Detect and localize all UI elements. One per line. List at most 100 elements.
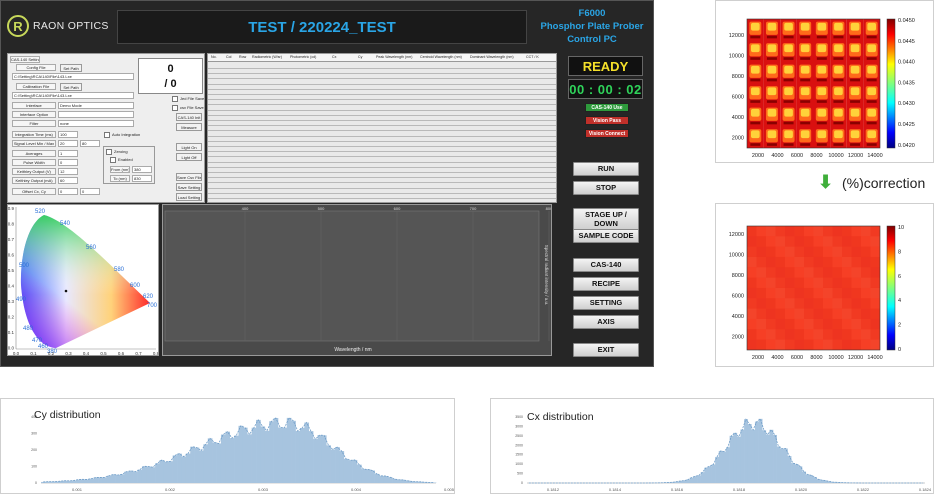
histogram-bar (212, 442, 217, 483)
wavelength-label: 700 (147, 303, 158, 309)
histogram-bar (348, 460, 353, 483)
interface-select[interactable]: Demo Mode (58, 102, 134, 109)
histogram-x-tick: 0.004 (351, 487, 362, 492)
jed-file-save-checkbox[interactable]: Jed File Save (172, 95, 204, 102)
heatmap-after-cell (871, 247, 881, 257)
histogram-bar (733, 433, 737, 483)
axis-button[interactable]: AXIS (573, 315, 639, 329)
run-button[interactable]: RUN (573, 162, 639, 176)
heatmap-after-cell (747, 298, 757, 308)
spectrum-x-tick: 500 (318, 206, 325, 211)
measured-point-marker (65, 290, 68, 293)
sample-code-button[interactable]: SAMPLE CODE (573, 229, 639, 243)
heatmap-after-cell (823, 267, 833, 277)
filter-select[interactable]: none (58, 120, 134, 127)
histogram-bar (296, 431, 301, 483)
histogram-bar (820, 480, 824, 483)
histogram-bar (291, 421, 296, 483)
zeroing-enabled-checkbox[interactable]: Enabled (110, 156, 133, 163)
vision-pass-button[interactable]: Vision Pass (585, 116, 629, 125)
measurement-table[interactable]: No. Col Row Radiometric (W/sr) Photometr… (207, 53, 557, 203)
stop-button[interactable]: STOP (573, 181, 639, 195)
calibration-path-field[interactable]: C:\Setting\RCA\140\File\143.Lxe (12, 92, 134, 99)
histogram-y-tick: 300 (31, 432, 37, 436)
averages-field[interactable]: 1 (58, 150, 78, 157)
heatmap-after-cell (833, 309, 843, 319)
heatmap-after-cell (776, 329, 786, 339)
heatmap-after-cell (842, 298, 852, 308)
save-setting-button[interactable]: Save Setting (176, 183, 202, 191)
heatmap-tile-hotspot (851, 23, 860, 31)
interface-option-field[interactable] (58, 111, 134, 118)
histogram-bar (300, 428, 305, 483)
load-setting-button[interactable]: Load Setting (176, 193, 202, 201)
measure-button[interactable]: Measure (176, 123, 202, 131)
csv-file-save-checkbox[interactable]: csv File Save (172, 104, 204, 111)
heatmap-after-cell (757, 309, 767, 319)
cas140-button[interactable]: CAS-140 (573, 258, 639, 272)
table-col-no: No. (211, 55, 217, 59)
light-off-button[interactable]: Light Off (176, 153, 202, 161)
keithley-voltage-field[interactable]: 12 (58, 168, 78, 175)
heatmap-after-cell (852, 247, 862, 257)
stage-up-down-button[interactable]: STAGE UP / DOWN (573, 208, 639, 230)
histogram-bar (751, 430, 755, 483)
keithley-current-field[interactable]: 60 (58, 177, 78, 184)
heatmap-after-cell (814, 278, 824, 288)
histogram-bar (777, 446, 781, 483)
histogram-bar (85, 479, 90, 483)
table-row (208, 68, 556, 69)
histogram-bar (247, 434, 252, 483)
cie-x-tick: 0.0 (13, 351, 20, 355)
heatmap-tile-hotspot (768, 66, 777, 74)
cie-x-tick: 0.6 (118, 351, 125, 355)
heatmap-tile-edge (784, 57, 794, 60)
heatmap-after-cell (785, 329, 795, 339)
integration-time-field[interactable]: 100 (58, 131, 78, 138)
status-display: READY (568, 56, 643, 76)
signal-max-field[interactable]: 80 (80, 140, 100, 147)
heatmap-after-cell (814, 226, 824, 236)
heatmap-after-cell (795, 278, 805, 288)
uniformity-heatmap-after: 2000400060008000100001200014000120001000… (715, 203, 934, 367)
calibration-set-path-button[interactable]: Set Path (60, 83, 82, 91)
histogram-bar (160, 460, 165, 483)
histogram-bar (788, 456, 792, 483)
heatmap-after-cell (785, 319, 795, 329)
save-csv-file-button[interactable]: Save Csv File (176, 173, 202, 181)
spectrum-x-tick: 400 (242, 206, 249, 211)
zero-to-field[interactable]: 830 (132, 175, 152, 182)
heatmap-tile-hotspot (834, 87, 843, 95)
heatmap-after-cell (833, 288, 843, 298)
exit-button[interactable]: EXIT (573, 343, 639, 357)
histogram-bar (195, 448, 200, 483)
offset-cx-field[interactable]: 0 (58, 188, 78, 195)
cas140-init-button[interactable]: CAS-140 Init (176, 113, 202, 121)
heatmap-after-cell (766, 319, 776, 329)
zero-from-field[interactable]: 380 (132, 166, 152, 173)
signal-min-field[interactable]: 20 (58, 140, 78, 147)
cie-x-tick: 0.2 (48, 351, 55, 355)
cas140-use-button[interactable]: CAS-140 Use (585, 103, 629, 112)
vision-connect-button[interactable]: Vision Connect (585, 129, 629, 138)
offset-cy-field[interactable]: 0 (80, 188, 100, 195)
config-set-path-button[interactable]: Set Path (60, 64, 82, 72)
heatmap-after-cell (795, 288, 805, 298)
heatmap-after-cell (871, 319, 881, 329)
histogram-x-tick: 0.1822 (857, 487, 870, 492)
heatmap-after-cell (804, 340, 814, 350)
auto-integration-checkbox[interactable]: Auto Integration (104, 131, 140, 138)
histogram-bar (129, 471, 134, 483)
histogram-bar (744, 419, 748, 483)
light-on-button[interactable]: Light On (176, 143, 202, 151)
config-path-field[interactable]: C:\Setting\RCA\140\File\143.Lxe (12, 73, 134, 80)
pulse-width-field[interactable]: 0 (58, 159, 78, 166)
setting-button[interactable]: SETTING (573, 296, 639, 310)
cx-histogram-title: Cx distribution (527, 411, 594, 423)
histogram-bar (339, 451, 344, 483)
recipe-button[interactable]: RECIPE (573, 277, 639, 291)
wavelength-label: 620 (143, 294, 154, 300)
arrow-down-icon: ⬇ (818, 172, 833, 193)
histogram-y-tick: 2000 (515, 443, 523, 447)
heatmap-after-cell (776, 319, 786, 329)
